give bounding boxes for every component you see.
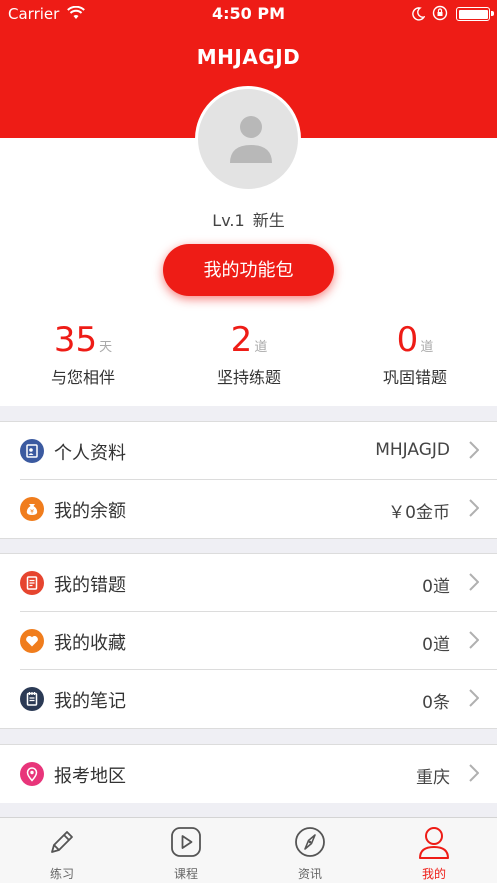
list-item-value: 重庆 <box>416 768 450 788</box>
account-section: 个人资料 MHJAGJD ¥ 我的余额 ￥0金币 <box>0 421 497 539</box>
tab-courses[interactable]: 课程 <box>124 818 248 883</box>
avatar[interactable] <box>195 86 301 192</box>
stat-practice: 2道 坚持练题 <box>166 318 332 388</box>
list-item-title: 个人资料 <box>54 443 126 464</box>
stat-days: 35 天 与您相伴 <box>0 318 166 388</box>
list-item-value: 0道 <box>422 635 450 655</box>
notebook-icon <box>20 687 44 711</box>
page-title: MHJAGJD <box>196 45 301 69</box>
stat-number: 35 <box>53 320 98 360</box>
stat-label: 与您相伴 <box>50 368 115 387</box>
level-line: Lv.1 新生 <box>0 207 497 231</box>
tab-label: 课程 <box>173 867 198 881</box>
list-item-value: 0道 <box>422 577 450 597</box>
stat-wrong: 0道 巩固错题 <box>332 318 497 388</box>
tab-label: 我的 <box>421 867 446 881</box>
list-item-title: 报考地区 <box>54 766 126 787</box>
function-pack-button[interactable]: 我的功能包 <box>163 244 334 296</box>
list-item-profile[interactable]: 个人资料 MHJAGJD <box>20 422 497 480</box>
tab-bar: 练习 课程 资讯 我的 <box>0 817 497 883</box>
moon-icon <box>411 6 426 25</box>
stat-label: 坚持练题 <box>216 368 281 387</box>
chevron-right-icon <box>469 441 480 463</box>
location-pin-icon <box>20 762 44 786</box>
play-icon <box>171 827 201 857</box>
level-number: Lv.1 <box>212 211 245 230</box>
level-name: 新生 <box>252 211 285 230</box>
stat-unit: 道 <box>420 340 434 355</box>
tab-label: 资讯 <box>297 867 322 881</box>
list-item-notes[interactable]: 我的笔记 0条 <box>20 670 497 728</box>
chevron-right-icon <box>469 689 480 711</box>
tab-label: 练习 <box>49 867 74 881</box>
status-bar: Carrier 4:50 PM <box>0 0 497 28</box>
list-item-value: MHJAGJD <box>375 440 450 460</box>
battery-icon <box>456 7 494 21</box>
list-item-exam-region[interactable]: 报考地区 重庆 <box>20 745 497 803</box>
stat-unit: 道 <box>254 340 268 355</box>
list-item-value: ￥0金币 <box>388 503 450 523</box>
compass-icon <box>295 827 325 857</box>
stat-unit: 天 <box>99 340 113 355</box>
list-item-title: 我的收藏 <box>54 633 126 654</box>
list-item-balance[interactable]: ¥ 我的余额 ￥0金币 <box>20 480 497 538</box>
list-item-title: 我的错题 <box>54 575 126 596</box>
tab-news[interactable]: 资讯 <box>248 818 372 883</box>
person-avatar-icon <box>230 116 272 163</box>
stat-number: 0 <box>396 320 419 360</box>
pencil-icon <box>51 831 73 853</box>
money-bag-icon: ¥ <box>20 497 44 521</box>
region-section: 报考地区 重庆 <box>0 744 497 803</box>
list-item-title: 我的余额 <box>54 501 126 522</box>
svg-text:¥: ¥ <box>30 509 34 516</box>
tab-mine[interactable]: 我的 <box>372 818 496 883</box>
tab-practice[interactable]: 练习 <box>0 818 124 883</box>
stat-number: 2 <box>230 320 253 360</box>
chevron-right-icon <box>469 631 480 653</box>
profile-card-icon <box>20 439 44 463</box>
person-icon <box>419 827 449 859</box>
stat-label: 巩固错题 <box>382 368 447 387</box>
chevron-right-icon <box>469 573 480 595</box>
list-item-value: 0条 <box>422 693 450 713</box>
list-item-wrong-questions[interactable]: 我的错题 0道 <box>20 554 497 612</box>
chevron-right-icon <box>469 499 480 521</box>
heart-icon <box>20 629 44 653</box>
wrong-question-icon <box>20 571 44 595</box>
chevron-right-icon <box>469 764 480 786</box>
rotation-lock-icon <box>432 5 448 25</box>
list-item-favorites[interactable]: 我的收藏 0道 <box>20 612 497 670</box>
study-section: 我的错题 0道 我的收藏 0道 我的笔记 0条 <box>0 553 497 729</box>
list-item-title: 我的笔记 <box>54 691 126 712</box>
